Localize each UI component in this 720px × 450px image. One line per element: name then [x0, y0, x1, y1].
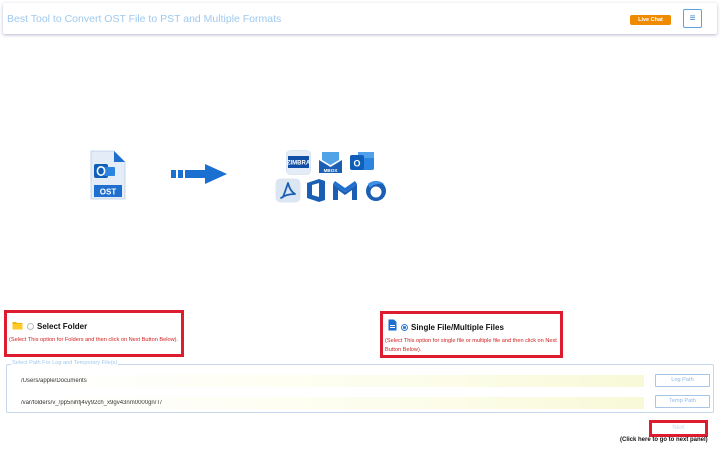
temp-path-field[interactable]	[17, 397, 644, 409]
select-folder-label: Select Folder	[37, 321, 88, 331]
log-path-button[interactable]: Log Path	[655, 374, 710, 387]
folder-icon	[12, 317, 23, 335]
next-button[interactable]: Next	[649, 420, 708, 437]
single-multiple-files-radio[interactable]	[401, 323, 408, 331]
app-header: Best Tool to Convert OST File to PST and…	[3, 3, 717, 34]
hamburger-icon[interactable]: ≡	[683, 9, 702, 28]
thunderbird-icon	[364, 178, 388, 208]
temp-path-button[interactable]: Temp Path	[655, 395, 710, 408]
live-chat-button[interactable]: Live Chat	[630, 15, 671, 25]
select-folder-header: Select Folder	[12, 319, 87, 333]
single-multiple-files-label: Single File/Multiple Files	[411, 322, 504, 332]
office365-icon	[305, 178, 327, 208]
single-multiple-files-option[interactable]: Single File/Multiple Files (Select This …	[380, 311, 563, 358]
ost-label: OST	[100, 188, 117, 197]
mbox-icon: MBOX	[317, 149, 344, 180]
svg-text:O: O	[353, 159, 360, 169]
zimbra-icon: ZIMBRA	[286, 150, 311, 180]
outlook-icon: O	[349, 149, 375, 179]
arrow-right-icon	[171, 164, 227, 189]
ost-file-icon: OST	[90, 150, 126, 205]
select-folder-description: (Select This option for Folders and then…	[9, 337, 179, 343]
path-section: Select Path For Log and Temporary File(s…	[6, 360, 714, 413]
select-folder-radio[interactable]	[27, 322, 34, 330]
single-multiple-files-header: Single File/Multiple Files	[388, 318, 504, 336]
next-hint: (Click here to go to next panel)	[620, 437, 708, 443]
path-section-legend: Select Path For Log and Temporary File(s…	[11, 360, 119, 366]
app-window: Best Tool to Convert OST File to PST and…	[0, 0, 720, 450]
pdf-icon	[275, 178, 301, 208]
app-title: Best Tool to Convert OST File to PST and…	[7, 13, 282, 25]
gmail-icon	[331, 179, 359, 206]
select-folder-option[interactable]: Select Folder (Select This option for Fo…	[4, 310, 184, 357]
log-path-field[interactable]	[17, 375, 644, 387]
svg-text:MBOX: MBOX	[324, 168, 339, 173]
file-icon	[388, 318, 397, 336]
svg-text:ZIMBRA: ZIMBRA	[287, 161, 311, 167]
single-multiple-files-description: (Select This option for single file or m…	[385, 338, 557, 353]
